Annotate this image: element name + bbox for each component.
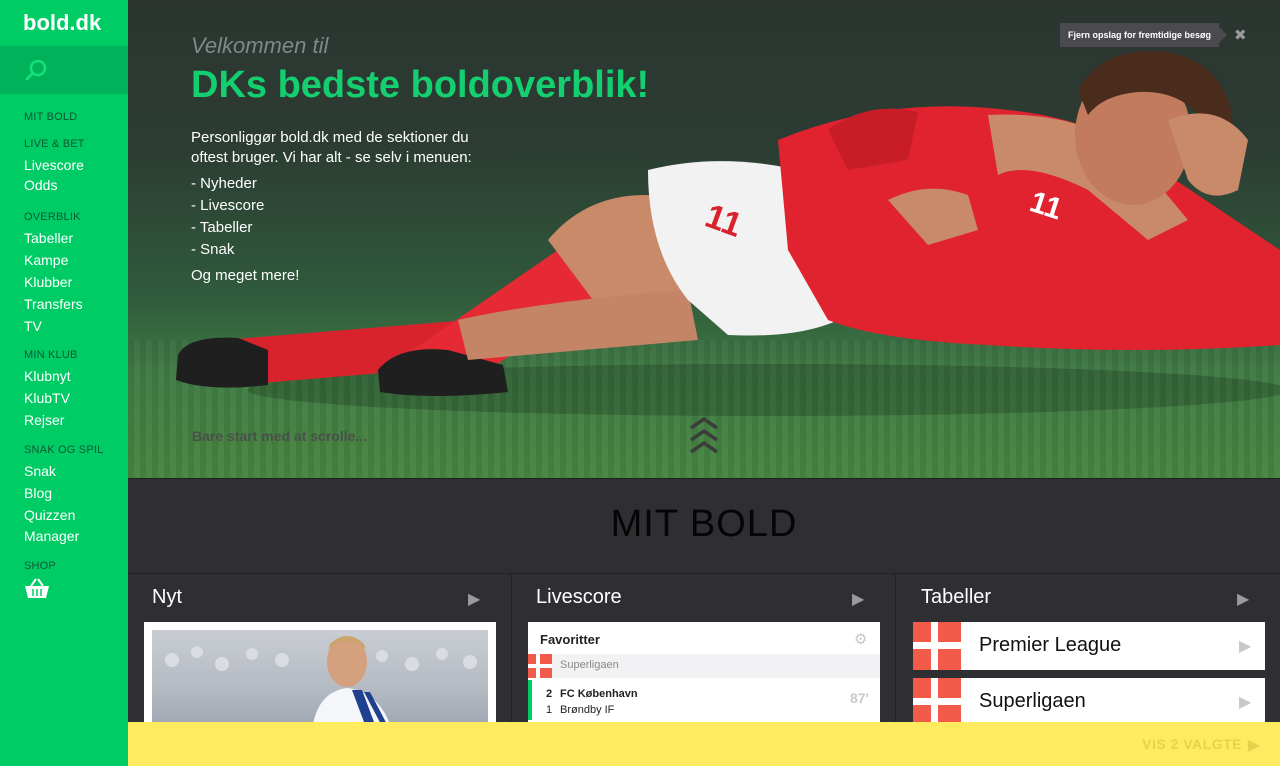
nav-item-tabeller[interactable]: Tabeller: [24, 230, 73, 246]
gear-icon[interactable]: ⚙: [854, 630, 867, 648]
nav-section-overblik: OVERBLIK: [24, 211, 81, 223]
nav-item-quizzen[interactable]: Quizzen: [24, 507, 75, 523]
hero-list-item: - Livescore: [191, 197, 265, 214]
nav-item-rejser[interactable]: Rejser: [24, 412, 64, 428]
nav-item-snak[interactable]: Snak: [24, 463, 56, 479]
league-row[interactable]: Superligaen: [528, 654, 880, 678]
news-card[interactable]: [144, 622, 496, 732]
hero-more: Og meget mere!: [191, 267, 300, 284]
hero-banner: 11 11 Velkommen til DKs bedste boldoverb…: [128, 0, 1280, 478]
sidebar: bold.dk MIT BOLD LIVE & BET Livescore Od…: [0, 0, 128, 766]
news-column-title[interactable]: Nyt: [152, 586, 182, 609]
search-icon: [25, 59, 47, 81]
dismiss-banner-button[interactable]: Fjern opslag for fremtidige besøg: [1060, 23, 1228, 47]
nav-item-kampe[interactable]: Kampe: [24, 252, 68, 268]
livescore-column-title[interactable]: Livescore: [536, 586, 622, 609]
nav-item-klubnyt[interactable]: Klubnyt: [24, 368, 71, 384]
nav-section-min-klub: MIN KLUB: [24, 349, 78, 361]
danish-flag-icon: [528, 654, 552, 678]
nav-item-odds[interactable]: Odds: [24, 177, 57, 193]
home-team: FC København: [560, 688, 638, 700]
close-icon[interactable]: ✖: [1234, 26, 1247, 44]
hero-list-item: - Tabeller: [191, 219, 253, 236]
away-team: Brøndby IF: [560, 704, 615, 716]
home-score: 2: [546, 688, 553, 700]
table-row-superligaen[interactable]: Superligaen ▶: [913, 678, 1265, 726]
show-selected-button[interactable]: VIS 2 VALGTE: [1142, 736, 1242, 752]
nav-section-snak-og-spil: SNAK OG SPIL: [24, 444, 104, 456]
nav-item-blog[interactable]: Blog: [24, 485, 52, 501]
flag-icon: [913, 622, 961, 670]
tables-column-title[interactable]: Tabeller: [921, 586, 991, 609]
chevron-right-icon[interactable]: ▶: [852, 589, 864, 608]
nav-item-klubtv[interactable]: KlubTV: [24, 390, 70, 406]
danish-flag-icon: [913, 678, 961, 726]
chevron-right-icon: ▶: [1239, 636, 1252, 655]
basket-icon[interactable]: [24, 578, 50, 600]
match-minute: 87': [850, 690, 869, 706]
logo[interactable]: bold.dk: [0, 0, 128, 46]
hero-title: DKs bedste boldoverblik!: [191, 64, 650, 106]
table-row-premier-league[interactable]: Premier League ▶: [913, 622, 1265, 670]
nav-item-livescore[interactable]: Livescore: [24, 157, 84, 173]
league-name: Premier League: [979, 634, 1122, 656]
nav-item-tv[interactable]: TV: [24, 318, 42, 334]
league-name: Superligaen: [560, 659, 619, 671]
nav-item-transfers[interactable]: Transfers: [24, 296, 83, 312]
chevron-right-icon[interactable]: ▶: [1248, 735, 1260, 754]
hero-intro: Personliggør bold.dk med de sektioner du…: [191, 129, 472, 166]
news-player-photo: [165, 636, 477, 730]
match-row[interactable]: 2 FC København 1 Brøndby IF 87': [528, 680, 880, 720]
livescore-card: Favoritter ⚙ Superligaen 2 FC København …: [528, 622, 880, 732]
chevron-right-icon[interactable]: ▶: [1237, 589, 1249, 608]
league-name: Superligaen: [979, 690, 1086, 712]
hero-welcome: Velkommen til: [191, 33, 329, 58]
selection-bar: VIS 2 VALGTE ▶: [128, 722, 1280, 766]
scroll-up-chevrons-icon[interactable]: [689, 416, 719, 456]
section-header: MIT BOLD: [128, 478, 1280, 574]
section-title: MIT BOLD: [610, 503, 798, 545]
chevron-right-icon[interactable]: ▶: [468, 589, 480, 608]
chevron-right-icon: ▶: [1239, 692, 1252, 711]
search-button[interactable]: [0, 46, 128, 94]
nav-section-shop: SHOP: [24, 560, 56, 572]
scroll-hint: Bare start med at scrolle...: [192, 428, 368, 444]
nav-item-klubber[interactable]: Klubber: [24, 274, 72, 290]
nav-section-mit-bold[interactable]: MIT BOLD: [24, 111, 77, 123]
news-image[interactable]: [152, 630, 488, 730]
hero-list-item: - Snak: [191, 241, 235, 258]
nav-section-live-bet: LIVE & BET: [24, 138, 85, 150]
hero-list-item: - Nyheder: [191, 175, 257, 192]
nav-item-manager[interactable]: Manager: [24, 528, 79, 544]
favorites-label: Favoritter: [540, 632, 600, 647]
away-score: 1: [546, 704, 553, 716]
